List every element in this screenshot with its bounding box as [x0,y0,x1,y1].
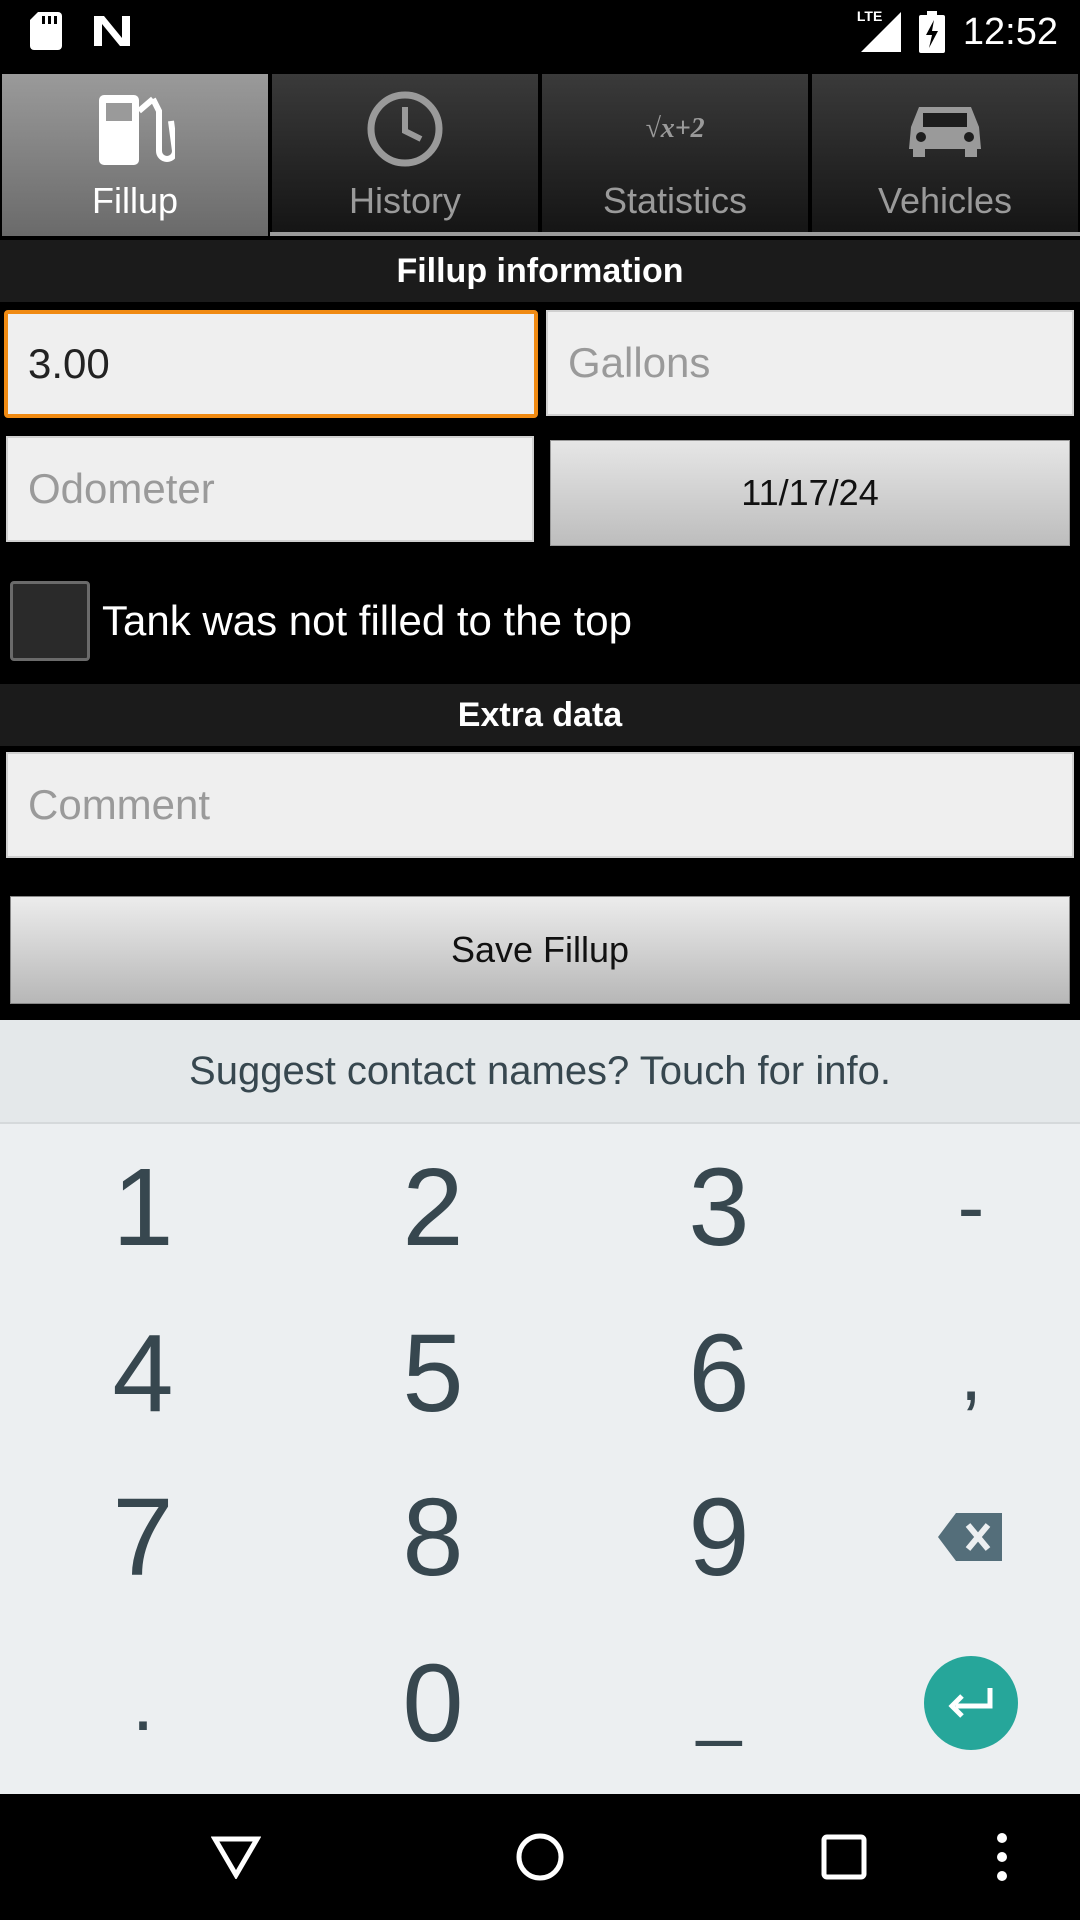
tab-vehicles[interactable]: Vehicles [812,74,1078,236]
tab-history[interactable]: History [272,74,538,236]
tab-label: Statistics [602,180,748,221]
key-4[interactable]: 4 [8,1290,278,1456]
battery-charging-icon [918,11,945,53]
partial-fill-label: Tank was not filled to the top [102,597,632,644]
key-0[interactable]: 0 [298,1620,568,1786]
tab-label: Fillup [91,180,179,221]
recents-button[interactable] [804,1822,884,1892]
tab-label: Vehicles [877,180,1013,221]
extra-data-header: Extra data [0,684,1080,746]
clock-icon [367,91,443,167]
key-1[interactable]: 1 [8,1124,278,1290]
key-8[interactable]: 8 [298,1454,568,1620]
gallons-placeholder: Gallons [568,339,711,386]
key-enter[interactable] [836,1620,1080,1786]
navigation-bar [0,1794,1080,1920]
clock: 12:52 [962,10,1058,53]
backspace-icon [938,1513,1002,1561]
menu-button[interactable] [962,1822,1042,1892]
recents-square-icon [821,1834,867,1880]
key-period[interactable]: . [8,1620,278,1786]
signal-icon: LTE [857,8,901,52]
home-circle-icon [516,1833,564,1881]
partial-fill-row: Tank was not filled to the top [10,580,632,662]
key-9[interactable]: 9 [584,1454,854,1620]
tab-label: History [348,180,461,221]
enter-icon [948,1688,993,1718]
key-backspace[interactable] [836,1454,1080,1620]
odometer-placeholder: Odometer [28,465,215,512]
fuel-pump-icon [99,95,175,165]
comment-placeholder: Comment [28,781,211,828]
date-button[interactable]: 11/17/24 [550,440,1070,546]
save-fillup-button[interactable]: Save Fillup [10,896,1070,1004]
back-button[interactable] [196,1822,276,1892]
price-value: 3.00 [28,340,110,387]
tab-statistics[interactable]: √x+2 Statistics [542,74,808,236]
key-underscore[interactable]: _ [584,1620,854,1786]
odometer-field[interactable]: Odometer [6,436,534,542]
price-field[interactable]: 3.00 [4,310,538,418]
enter-button[interactable] [924,1656,1018,1750]
sqrt-formula-icon: √x+2 [645,113,705,144]
gallons-field[interactable]: Gallons [546,310,1074,416]
home-button[interactable] [500,1822,580,1892]
suggestion-bar[interactable]: Suggest contact names? Touch for info. [0,1020,1080,1124]
key-5[interactable]: 5 [298,1290,568,1456]
fillup-information-header: Fillup information [0,240,1080,302]
tab-fillup[interactable]: Fillup [2,74,268,236]
comment-field[interactable]: Comment [6,752,1074,858]
status-bar: LTE 12:52 [0,0,1080,64]
tab-bar: Fillup History √x+2 Statistics Vehicles [0,74,1080,236]
sd-card-icon [30,12,62,50]
numeric-keyboard: Suggest contact names? Touch for info. 1… [0,1020,1080,1794]
key-3[interactable]: 3 [584,1124,854,1290]
overflow-menu-icon [997,1833,1007,1881]
car-icon [909,107,981,157]
key-6[interactable]: 6 [584,1290,854,1456]
key-minus[interactable]: - [836,1124,1080,1290]
partial-fill-checkbox[interactable] [10,581,90,661]
n-logo-icon [94,16,130,46]
back-triangle-icon [211,1836,261,1879]
key-7[interactable]: 7 [8,1454,278,1620]
tab-divider [270,232,1080,236]
key-comma[interactable]: , [836,1290,1080,1456]
key-2[interactable]: 2 [298,1124,568,1290]
